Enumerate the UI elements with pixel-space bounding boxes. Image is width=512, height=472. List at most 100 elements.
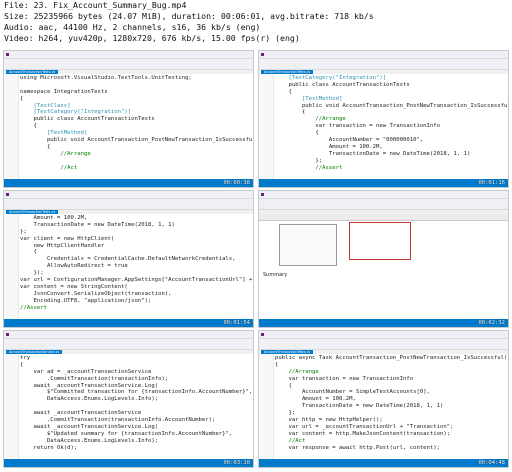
frame-timestamp: 00:04:48 [478, 460, 506, 466]
frame-timestamp: 00:00:38 [223, 180, 251, 186]
code-line: //Assert [20, 304, 47, 311]
code-line: DataAccess.Enums.LogLevels.Info); [20, 396, 159, 403]
visual-studio-logo-icon [6, 333, 9, 336]
frame-timestamp: 00:01:16 [478, 180, 506, 186]
code-line: var client = new HttpClient( [20, 235, 115, 242]
code-line: var transaction = new TransactionInfo [275, 375, 414, 382]
window-titlebar [259, 331, 508, 339]
code-line: { [20, 143, 51, 150]
code-editor[interactable]: try{ var ad = _accountTransactionService… [4, 354, 253, 459]
size-line: Size: 25235966 bytes (24.07 MiB), durati… [4, 11, 374, 21]
status-bar: 00:01:16 [259, 179, 508, 187]
code-line: [TestMethod] [275, 95, 343, 102]
code-line: try [20, 355, 31, 361]
code-line: { [275, 361, 279, 368]
code-line: var response = await http.Post(url, cont… [275, 444, 441, 451]
code-line: .CommitTransaction(transactionInfo); [20, 375, 169, 382]
code-line: { [20, 249, 37, 256]
code-line: //Arrange [20, 150, 91, 157]
code-line: { [275, 130, 319, 137]
code-editor[interactable]: using Microsoft.VisualStudio.TestTools.U… [4, 74, 253, 179]
line-gutter [4, 354, 19, 459]
code-line: Encoding.UTF8, "application/json"); [20, 297, 152, 304]
line-gutter [4, 74, 19, 179]
video-frame-5: AccountTransactionService.cs try{ var ad … [3, 330, 254, 468]
code-line: public async Task AccountTransaction_Pos… [275, 355, 508, 361]
code-line: public void AccountTransaction_PostNewTr… [275, 102, 508, 109]
video-frame-4: Summary 00:02:32 [258, 190, 509, 328]
code-line: }; [275, 157, 323, 164]
code-line: await _accountTransactionService.Log( [20, 423, 159, 430]
code-line: var url = _accountTransactionUrl + "Tran… [275, 423, 454, 430]
window-titlebar [259, 51, 508, 59]
code-editor[interactable]: [TestCategory("Integration")] public cla… [259, 74, 508, 179]
visual-studio-logo-icon [6, 193, 9, 196]
status-bar: 00:04:48 [259, 459, 508, 467]
status-bar: 00:01:54 [4, 319, 253, 327]
code-line: [TestClass] [20, 102, 71, 109]
thumbnail-grid: AccountTransactionTests.cs using Microsof… [3, 50, 509, 470]
video-line: Video: h264, yuv420p, 1280x720, 676 kb/s… [4, 33, 300, 43]
frame-timestamp: 00:01:54 [223, 320, 251, 326]
code-line: [TestCategory("Integration")] [20, 109, 132, 116]
code-line: }; [275, 410, 296, 417]
code-line: public class AccountTransactionTests [20, 116, 155, 123]
visual-studio-logo-icon [261, 193, 264, 196]
code-line: { [275, 109, 306, 116]
video-frame-6: AccountTransactionTests.cs public async T… [258, 330, 509, 468]
code-line: $"Updated summary for {transactionInfo.A… [20, 430, 233, 437]
audio-line: Audio: aac, 44100 Hz, 2 channels, s16, 3… [4, 22, 261, 32]
code-line: { [275, 88, 292, 95]
code-line: await _accountTransactionService [20, 410, 142, 417]
code-text: Amount = 100.2M, TransactionDate = new D… [20, 215, 253, 319]
code-line: AccountNumber = SimpleTestAccounts[0], [275, 389, 430, 396]
code-text: using Microsoft.VisualStudio.TestTools.U… [20, 75, 253, 179]
code-line: .CommitTransaction(transactionInfo.Accou… [20, 417, 216, 424]
visual-studio-logo-icon [6, 53, 9, 56]
visual-studio-logo-icon [261, 53, 264, 56]
code-line: Amount = 100.2M, [20, 215, 88, 221]
code-line: { [20, 95, 24, 102]
code-line: //Act [275, 437, 306, 444]
code-line: { [20, 123, 37, 130]
code-line: AccountNumber = "000000010", [275, 137, 424, 144]
code-editor[interactable]: public async Task AccountTransaction_Pos… [259, 354, 508, 459]
code-line: [TestCategory("Integration")] [275, 75, 387, 81]
code-line: new HttpClientHandler [20, 242, 105, 249]
code-text: try{ var ad = _accountTransactionService… [20, 355, 253, 459]
code-line: var transaction = new TransactionInfo [275, 123, 441, 130]
window-titlebar [4, 51, 253, 59]
code-text: public async Task AccountTransaction_Pos… [275, 355, 508, 459]
code-line: Credentials = CredentialCache.DefaultNet… [20, 256, 236, 263]
code-line: [TestMethod] [20, 130, 88, 137]
file-line: File: 23. Fix_Account_Summary_Bug.mp4 [4, 0, 187, 10]
video-info-header: File: 23. Fix_Account_Summary_Bug.mp4 Si… [0, 0, 512, 50]
code-line: Amount = 100.2M, [275, 396, 356, 403]
status-bar: 00:03:10 [4, 459, 253, 467]
window-titlebar [259, 191, 508, 199]
code-line: Amount = 100.2M, [275, 143, 383, 150]
code-line: AllowAutoRedirect = true [20, 263, 128, 270]
frame-timestamp: 00:02:32 [478, 320, 506, 326]
code-text: [TestCategory("Integration")] public cla… [275, 75, 508, 179]
code-line: var content = new StringContent( [20, 283, 128, 290]
code-line: var ad = _accountTransactionService [20, 368, 152, 375]
video-frame-1: AccountTransactionTests.cs using Microsof… [3, 50, 254, 188]
video-frame-3: AccountTransactionTests.cs Amount = 100.… [3, 190, 254, 328]
window-titlebar [4, 331, 253, 339]
code-editor[interactable]: Amount = 100.2M, TransactionDate = new D… [4, 214, 253, 319]
code-line: namespace IntegrationTests [20, 88, 108, 95]
code-line: { [275, 382, 292, 389]
code-line: return Ok(d); [20, 444, 78, 451]
code-line: //Act [20, 164, 78, 171]
browser-address-bar[interactable] [259, 214, 508, 221]
code-line: { [20, 361, 24, 368]
code-line: public void AccountTransaction_PostNewTr… [20, 137, 253, 144]
line-gutter [4, 214, 19, 319]
code-line: DataAccess.Enums.LogLevels.Info); [20, 437, 159, 444]
frame-timestamp: 00:03:10 [223, 460, 251, 466]
window-titlebar [4, 191, 253, 199]
